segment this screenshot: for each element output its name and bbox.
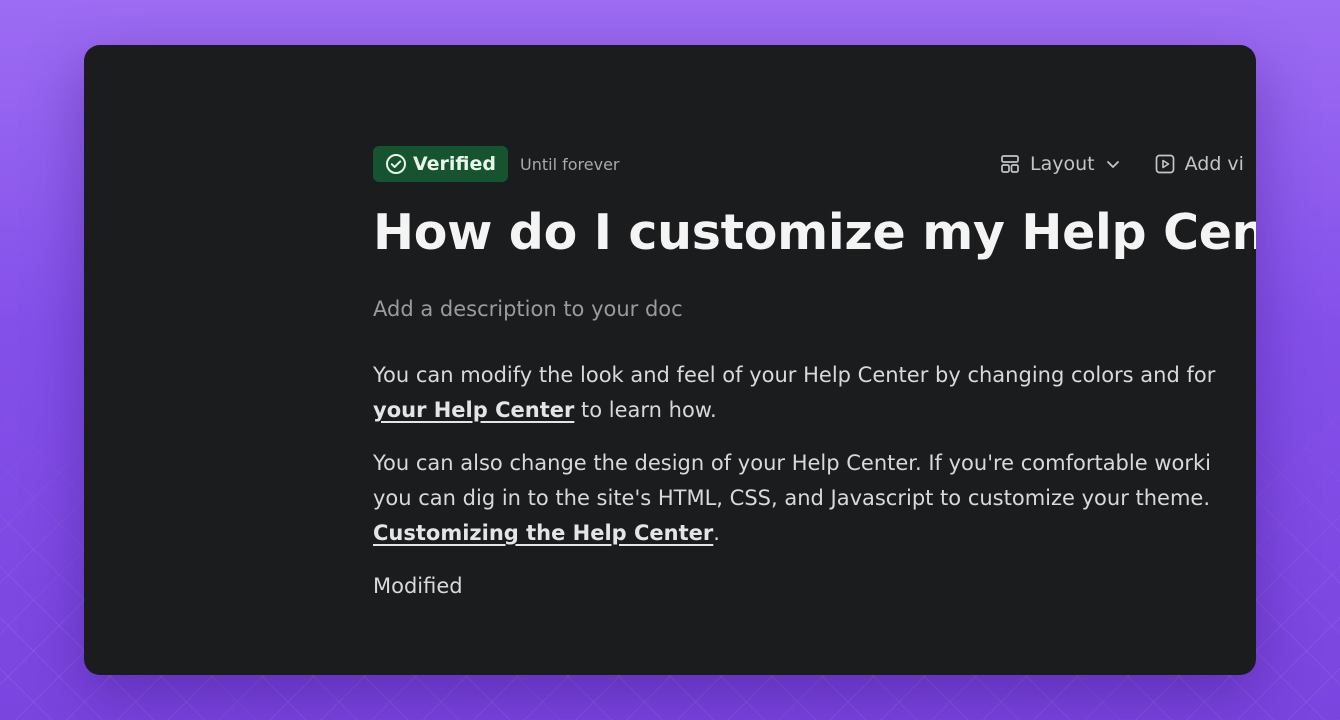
doc-paragraph[interactable]: You can modify the look and feel of your… <box>373 358 1256 428</box>
doc-toolbar: Layout Add vi <box>1000 146 1244 182</box>
add-video-label: Add vi <box>1184 153 1244 175</box>
verification-period: Until forever <box>520 154 620 174</box>
doc-paragraph[interactable]: You can also change the design of your H… <box>373 446 1256 551</box>
paragraph-line: Customizing the Help Center. <box>373 516 1256 551</box>
layout-label: Layout <box>1030 153 1095 175</box>
chevron-down-icon <box>1105 156 1121 172</box>
paragraph-line: your Help Center to learn how. <box>373 393 1256 428</box>
paragraph-line: you can dig in to the site's HTML, CSS, … <box>373 485 1211 510</box>
doc-content: Verified Until forever Layout Add vi How… <box>373 146 1256 604</box>
layout-icon <box>1000 154 1020 174</box>
layout-button[interactable]: Layout <box>1000 153 1121 175</box>
customizing-help-center-link[interactable]: Customizing the Help Center <box>373 521 713 545</box>
editor-window: Verified Until forever Layout Add vi How… <box>84 45 1256 675</box>
check-circle-icon <box>385 153 407 175</box>
verified-label: Verified <box>413 153 497 175</box>
play-square-icon <box>1155 154 1175 174</box>
paragraph-line: You can modify the look and feel of your… <box>373 362 1216 387</box>
doc-description-input[interactable]: Add a description to your doc <box>373 297 1256 321</box>
doc-title[interactable]: How do I customize my Help Cente <box>373 204 1256 263</box>
verified-badge[interactable]: Verified <box>373 146 509 182</box>
paragraph-text: to learn how. <box>574 397 717 422</box>
add-video-button[interactable]: Add vi <box>1155 153 1244 175</box>
doc-paragraph[interactable]: Modified <box>373 569 1256 604</box>
paragraph-line: Modified <box>373 573 463 598</box>
doc-meta-row: Verified Until forever Layout Add vi <box>373 146 1256 182</box>
paragraph-line: You can also change the design of your H… <box>373 450 1211 475</box>
help-center-link[interactable]: your Help Center <box>373 398 574 422</box>
paragraph-text: . <box>713 520 720 545</box>
